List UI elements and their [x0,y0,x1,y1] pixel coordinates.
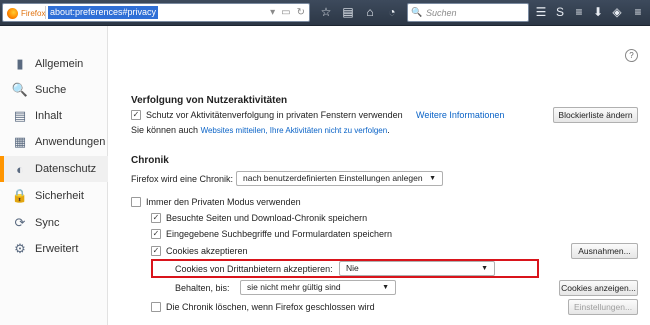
clear-on-close-label: Die Chronik löschen, wenn Firefox geschl… [166,302,375,312]
firefox-identity-button[interactable]: Firefox [7,7,45,19]
search-engine-icon[interactable]: 🔍 [408,7,426,18]
menu-icon[interactable]: ≡ [630,4,646,21]
history-mode-label: Firefox wird eine Chronik: [131,174,234,184]
search-icon: 🔍 [11,82,29,97]
lock-icon: 🔒 [11,188,29,203]
pocket-icon[interactable]: ◔ [384,4,400,21]
visited-history-checkbox[interactable]: ✓ [151,213,161,223]
sidebar-item-label: Erweitert [35,243,79,255]
reader-view-icon[interactable]: ▭ [281,6,290,19]
highlight-box [151,259,539,278]
mask-icon: ◐ [16,161,24,177]
chevron-down-icon: ▼ [382,284,389,291]
history-mode-select[interactable]: nach benutzerdefinierten Einstellungen a… [236,171,443,186]
apps-icon: ▦ [13,134,27,149]
tracking-heading: Verfolgung von Nutzeraktivitäten [131,95,288,106]
show-cookies-button[interactable]: Cookies anzeigen... [559,280,638,296]
url-text[interactable]: about:preferences#privacy [48,6,159,19]
help-icon[interactable]: ? [625,49,638,62]
sidebar-item-label: Anwendungen [35,136,106,148]
dnt-prefix: Sie können auch [131,125,199,135]
sidebar-item-label: Datenschutz [35,163,97,175]
dnt-text: Sie können auch Websites mitteilen, Ihre… [131,125,390,135]
gear-icon: ⚙ [14,241,26,256]
switch-icon: ▮ [16,56,24,71]
form-history-label: Eingegebene Suchbegriffe und Formulardat… [166,229,392,239]
sidebar-item-sicherheit[interactable]: 🔒 Sicherheit [0,183,108,209]
chevron-down-icon: ▼ [429,175,436,182]
firefox-logo-icon [7,7,18,19]
s-extension-icon[interactable]: S [552,4,568,21]
home-icon[interactable]: ⌂ [362,4,378,21]
always-private-label: Immer den Privaten Modus verwenden [146,197,301,207]
keep-until-value: sie nicht mehr gültig sind [247,282,341,292]
search-input[interactable]: Suchen [426,8,457,18]
change-blocklist-button[interactable]: Blockierliste ändern [553,107,638,123]
document-icon: ▤ [13,108,27,123]
history-heading: Chronik [131,155,169,166]
bookmarks-list-icon[interactable]: ▤ [340,4,356,21]
preferences-main: ? Verfolgung von Nutzeraktivitäten ✓ Sch… [109,26,650,325]
always-private-checkbox[interactable] [131,197,141,207]
browser-toolbar: Firefox about:preferences#privacy ▾ ▭ ↻ … [0,0,650,26]
reload-icon[interactable]: ↻ [297,6,305,19]
sidebar-item-label: Inhalt [35,110,62,122]
cookie-exceptions-button[interactable]: Ausnahmen... [571,243,638,259]
list-icon[interactable]: ≡ [571,4,587,21]
sidebar-item-label: Suche [35,84,67,96]
visited-history-label: Besuchte Seiten und Download-Chronik spe… [166,213,368,223]
firefox-label: Firefox [21,8,46,18]
bookmark-star-icon[interactable]: ☆ [318,4,334,21]
private-tracking-protection-checkbox[interactable]: ✓ [131,110,141,120]
shield-icon[interactable]: ◈ [609,4,625,21]
sidebar-item-erweitert[interactable]: ⚙ Erweitert [0,236,108,262]
history-mode-value: nach benutzerdefinierten Einstellungen a… [243,173,423,183]
download-icon[interactable]: ⬇ [590,4,606,21]
preferences-sidebar: ▮ Allgemein 🔍 Suche ▤ Inhalt ▦ Anwendung… [0,26,108,325]
dnt-link[interactable]: Websites mitteilen, Ihre Aktivitäten nic… [201,126,388,135]
sidebar-item-datenschutz[interactable]: ◐ Datenschutz [0,156,108,182]
url-actions: ▾ ▭ ↻ [270,6,305,19]
sidebar-item-suche[interactable]: 🔍 Suche [0,77,108,103]
extension-icon[interactable]: ☰ [533,4,549,21]
url-separator [45,6,46,19]
accept-cookies-checkbox[interactable]: ✓ [151,246,161,256]
accept-cookies-label: Cookies akzeptieren [166,246,248,256]
sidebar-item-allgemein[interactable]: ▮ Allgemein [0,51,108,77]
dropdown-arrow-icon[interactable]: ▾ [270,6,275,19]
sidebar-item-label: Allgemein [35,58,84,70]
sync-icon: ⟳ [14,215,26,230]
search-bar[interactable]: 🔍 Suchen [407,3,529,22]
sidebar-item-inhalt[interactable]: ▤ Inhalt [0,103,108,129]
form-history-checkbox[interactable]: ✓ [151,229,161,239]
url-bar[interactable]: Firefox about:preferences#privacy ▾ ▭ ↻ [2,3,310,22]
private-tracking-protection-label: Schutz vor Aktivitätenverfolgung in priv… [146,110,403,120]
sidebar-item-anwendungen[interactable]: ▦ Anwendungen [0,129,108,155]
dnt-suffix: . [387,125,390,135]
keep-until-select[interactable]: sie nicht mehr gültig sind ▼ [240,280,396,295]
clear-settings-button[interactable]: Einstellungen... [568,299,638,315]
clear-on-close-checkbox[interactable] [151,302,161,312]
keep-until-label: Behalten, bis: [175,283,230,293]
sidebar-item-label: Sync [35,217,60,229]
more-info-link[interactable]: Weitere Informationen [416,110,504,120]
sidebar-item-label: Sicherheit [35,190,84,202]
sidebar-item-sync[interactable]: ⟳ Sync [0,210,108,236]
